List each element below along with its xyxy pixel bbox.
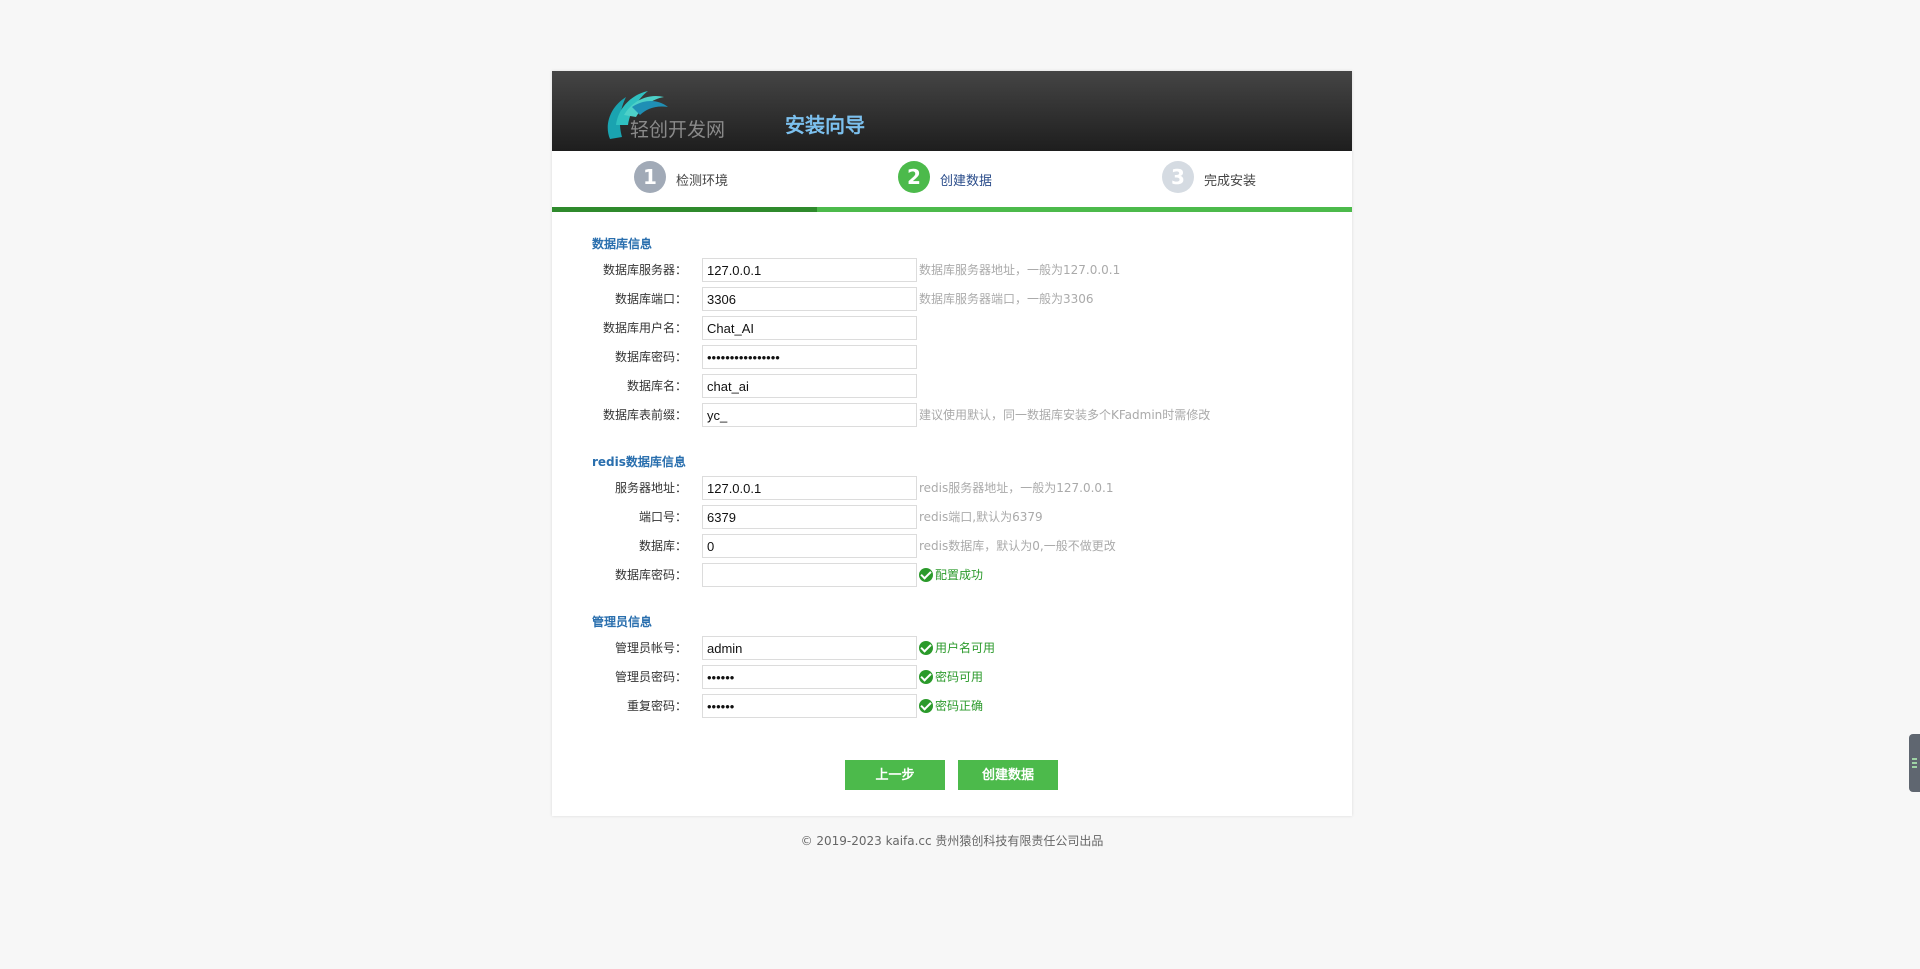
admin-password-input[interactable]	[702, 665, 917, 689]
check-circle-icon	[919, 641, 933, 655]
form-row-db-user: 数据库用户名：	[552, 316, 1352, 340]
create-data-button[interactable]: 创建数据	[958, 760, 1058, 790]
form-row-admin-password: 管理员密码： 密码可用	[552, 665, 1352, 689]
step-1-number: 1	[634, 161, 666, 193]
redis-password-label: 数据库密码：	[614, 568, 687, 582]
section-title-database: 数据库信息	[592, 237, 653, 251]
wizard-header: 轻创开发网 安装向导	[552, 71, 1352, 151]
redis-status: 配置成功	[919, 563, 983, 587]
form-row-admin-user: 管理员帐号： 用户名可用	[552, 636, 1352, 660]
admin-password-status-text: 密码可用	[935, 670, 984, 684]
redis-port-hint: redis端口,默认为6379	[919, 510, 1043, 524]
step-2-number: 2	[898, 161, 930, 193]
admin-repeat-status-text: 密码正确	[935, 699, 984, 713]
admin-repeat-input[interactable]	[702, 694, 917, 718]
redis-db-label: 数据库：	[638, 539, 687, 553]
form-row-db-name: 数据库名：	[552, 374, 1352, 398]
page-footer: © 2019-2023 kaifa.cc 贵州猿创科技有限责任公司出品	[800, 834, 1104, 848]
db-port-label: 数据库端口：	[614, 292, 687, 306]
db-host-hint: 数据库服务器地址，一般为127.0.0.1	[919, 263, 1121, 277]
step-indicator: 1 检测环境 2 创建数据 3 完成安装	[552, 151, 1352, 212]
admin-user-input[interactable]	[702, 636, 917, 660]
install-wizard: 轻创开发网 安装向导 1 检测环境 2 创建数据 3 完成安装 数据库信息 数据…	[552, 71, 1352, 816]
admin-repeat-label: 重复密码：	[626, 699, 687, 713]
db-password-label: 数据库密码：	[614, 350, 687, 364]
redis-host-label: 服务器地址：	[614, 481, 687, 495]
form-row-db-prefix: 数据库表前缀： 建议使用默认，同一数据库安装多个KFadmin时需修改	[552, 403, 1352, 427]
prev-step-button[interactable]: 上一步	[845, 760, 945, 790]
redis-port-label: 端口号：	[638, 510, 687, 524]
form-row-redis-password: 数据库密码： 配置成功	[552, 563, 1352, 587]
db-host-label: 数据库服务器：	[602, 263, 687, 277]
form-row-redis-host: 服务器地址： redis服务器地址，一般为127.0.0.1	[552, 476, 1352, 500]
redis-port-input[interactable]	[702, 505, 917, 529]
admin-user-status-text: 用户名可用	[935, 641, 996, 655]
db-user-input[interactable]	[702, 316, 917, 340]
db-prefix-hint: 建议使用默认，同一数据库安装多个KFadmin时需修改	[919, 408, 1211, 422]
admin-password-status: 密码可用	[919, 665, 983, 689]
section-title-admin: 管理员信息	[592, 615, 653, 629]
redis-host-hint: redis服务器地址，一般为127.0.0.1	[919, 481, 1114, 495]
logo-text: 轻创开发网	[630, 119, 726, 141]
admin-user-label: 管理员帐号：	[614, 641, 687, 655]
admin-password-label: 管理员密码：	[614, 670, 687, 684]
step-3-number: 3	[1162, 161, 1194, 193]
db-prefix-input[interactable]	[702, 403, 917, 427]
db-user-label: 数据库用户名：	[602, 321, 687, 335]
step-2-label: 创建数据	[940, 173, 993, 189]
step-2: 2 创建数据	[898, 161, 992, 193]
check-circle-icon	[919, 699, 933, 713]
admin-user-status: 用户名可用	[919, 636, 995, 660]
page-title: 安装向导	[785, 113, 865, 137]
db-name-label: 数据库名：	[626, 379, 687, 393]
step-1-label: 检测环境	[676, 173, 729, 189]
db-port-input[interactable]	[702, 287, 917, 311]
check-circle-icon	[919, 568, 933, 582]
form-row-admin-repeat: 重复密码： 密码正确	[552, 694, 1352, 718]
step-3-label: 完成安装	[1204, 173, 1257, 189]
db-host-input[interactable]	[702, 258, 917, 282]
redis-host-input[interactable]	[702, 476, 917, 500]
redis-password-input[interactable]	[702, 563, 917, 587]
check-circle-icon	[919, 670, 933, 684]
db-password-input[interactable]	[702, 345, 917, 369]
step-1: 1 检测环境	[634, 161, 728, 193]
db-name-input[interactable]	[702, 374, 917, 398]
db-prefix-label: 数据库表前缀：	[602, 408, 687, 422]
form-row-db-host: 数据库服务器： 数据库服务器地址，一般为127.0.0.1	[552, 258, 1352, 282]
admin-repeat-status: 密码正确	[919, 694, 983, 718]
form-row-redis-db: 数据库： redis数据库，默认为0,一般不做更改	[552, 534, 1352, 558]
step-progress-bar	[552, 207, 817, 212]
step-3: 3 完成安装	[1162, 161, 1256, 193]
redis-db-input[interactable]	[702, 534, 917, 558]
site-logo: 轻创开发网	[602, 85, 732, 141]
section-title-redis: redis数据库信息	[592, 455, 686, 469]
side-panel-handle[interactable]	[1909, 734, 1920, 792]
redis-db-hint: redis数据库，默认为0,一般不做更改	[919, 539, 1116, 553]
redis-status-text: 配置成功	[935, 568, 984, 582]
form-row-redis-port: 端口号： redis端口,默认为6379	[552, 505, 1352, 529]
form-row-db-password: 数据库密码：	[552, 345, 1352, 369]
db-port-hint: 数据库服务器端口，一般为3306	[919, 292, 1094, 306]
form-row-db-port: 数据库端口： 数据库服务器端口，一般为3306	[552, 287, 1352, 311]
